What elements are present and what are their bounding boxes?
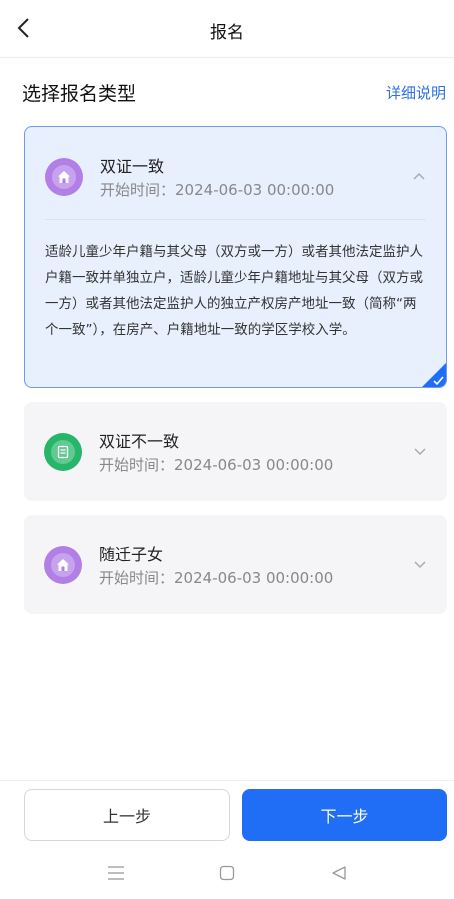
menu-icon[interactable] (104, 863, 128, 883)
home-badge-icon (44, 546, 82, 584)
chevron-down-icon (414, 561, 426, 569)
option-time: 开始时间：2024-06-03 00:00:00 (99, 456, 334, 474)
back-triangle-icon[interactable] (327, 863, 351, 883)
option-time: 开始时间：2024-06-03 00:00:00 (99, 569, 334, 587)
chevron-up-icon (413, 172, 425, 180)
prev-step-button[interactable]: 上一步 (24, 789, 230, 841)
option-card-header[interactable]: 双证不一致 开始时间：2024-06-03 00:00:00 (24, 402, 447, 500)
option-card-dual-consistent[interactable]: 双证一致 开始时间：2024-06-03 00:00:00 适龄儿童少年户籍与其… (24, 126, 447, 388)
chevron-down-icon (414, 448, 426, 456)
document-badge-icon (44, 433, 82, 471)
detail-link[interactable]: 详细说明 (386, 82, 446, 103)
footer-bar: 上一步 下一步 (0, 780, 454, 899)
option-card-migrant-children[interactable]: 随迁子女 开始时间：2024-06-03 00:00:00 (24, 515, 447, 614)
section-title: 选择报名类型 (22, 82, 137, 105)
option-card-header[interactable]: 双证一致 开始时间：2024-06-03 00:00:00 (25, 127, 446, 225)
home-icon[interactable] (215, 863, 239, 883)
option-card-dual-inconsistent[interactable]: 双证不一致 开始时间：2024-06-03 00:00:00 (24, 402, 447, 501)
section-header: 选择报名类型 详细说明 (22, 78, 446, 106)
option-card-header[interactable]: 随迁子女 开始时间：2024-06-03 00:00:00 (24, 515, 447, 613)
option-name: 双证一致 (100, 157, 165, 176)
nav-bar: 报名 (0, 0, 454, 58)
option-name: 随迁子女 (99, 545, 164, 564)
option-description: 适龄儿童少年户籍与其父母（双方或一方）或者其他法定监护人户籍一致并单独立户，适龄… (45, 244, 423, 338)
next-step-button[interactable]: 下一步 (242, 789, 447, 841)
page-title: 报名 (210, 23, 244, 43)
divider (45, 219, 426, 220)
home-badge-icon (45, 158, 83, 196)
option-name: 双证不一致 (99, 432, 180, 451)
selected-check-icon (422, 363, 446, 387)
option-time: 开始时间：2024-06-03 00:00:00 (100, 181, 335, 199)
